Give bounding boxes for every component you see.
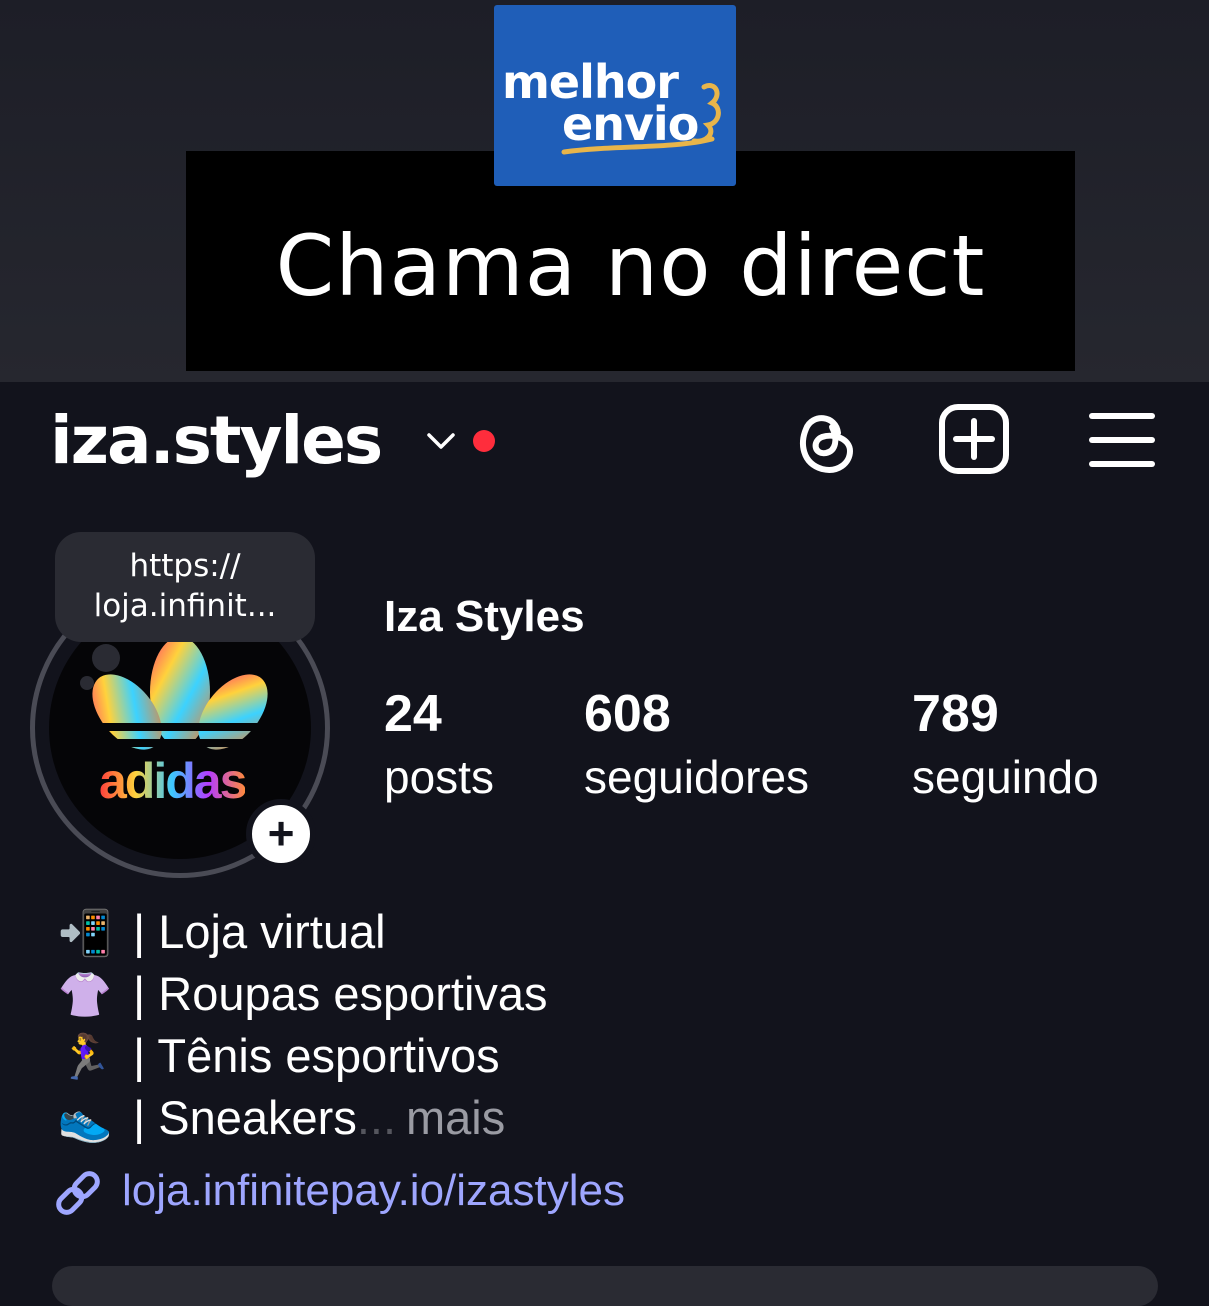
bio-line: 👚 | Roupas esportivas	[55, 966, 548, 1021]
add-story-button[interactable]: +	[246, 799, 316, 869]
thumbs-up-swoosh-icon	[561, 83, 721, 155]
posts-count[interactable]: 24	[384, 684, 442, 744]
menu-icon[interactable]	[1088, 410, 1156, 470]
bio-text: | Sneakers	[133, 1091, 357, 1144]
bio-line: 📲 | Loja virtual	[55, 904, 386, 959]
chevron-down-icon[interactable]	[425, 430, 457, 452]
mobile-arrow-emoji: 📲	[57, 909, 113, 958]
note-line1: https://	[129, 548, 241, 584]
followers-count[interactable]: 608	[584, 684, 671, 744]
profile-username[interactable]: iza.styles	[50, 402, 383, 479]
bio-line: 🏃‍♀️ | Tênis esportivos	[55, 1028, 500, 1083]
link-url[interactable]: loja.infinitepay.io/izastyles	[122, 1166, 625, 1215]
followers-label[interactable]: seguidores	[584, 750, 809, 804]
following-count[interactable]: 789	[912, 684, 999, 744]
bio-text: | Tênis esportivos	[133, 1029, 500, 1082]
runner-emoji: 🏃‍♀️	[57, 1033, 113, 1082]
avatar-brand-text: adidas	[99, 753, 247, 809]
bio-text: | Roupas esportivas	[133, 967, 548, 1020]
sneaker-emoji: 👟	[57, 1095, 113, 1144]
profile-note[interactable]: https:// loja.infinit...	[55, 532, 315, 642]
bio-ellipsis: ...	[356, 1091, 397, 1144]
bio-line: 👟 | Sneakers... mais	[55, 1090, 506, 1145]
threads-icon[interactable]	[792, 403, 858, 477]
following-label[interactable]: seguindo	[912, 750, 1099, 804]
link-icon	[56, 1171, 100, 1216]
profile-link[interactable]: loja.infinitepay.io/izastyles	[52, 1166, 625, 1219]
note-line2: loja.infinit...	[93, 588, 277, 624]
bio-text: | Loja virtual	[133, 905, 386, 958]
notification-dot	[473, 430, 495, 452]
add-post-icon[interactable]	[938, 403, 1010, 475]
note-tail	[92, 644, 120, 672]
posts-label[interactable]: posts	[384, 750, 494, 804]
edit-profile-button[interactable]	[52, 1266, 1158, 1306]
banner-text: Chama no direct	[275, 217, 986, 315]
blouse-emoji: 👚	[57, 971, 113, 1020]
melhor-envio-logo: melhor envio	[494, 5, 736, 186]
more-link[interactable]: mais	[406, 1091, 505, 1144]
note-tail-small	[80, 676, 94, 690]
display-name: Iza Styles	[384, 592, 585, 641]
